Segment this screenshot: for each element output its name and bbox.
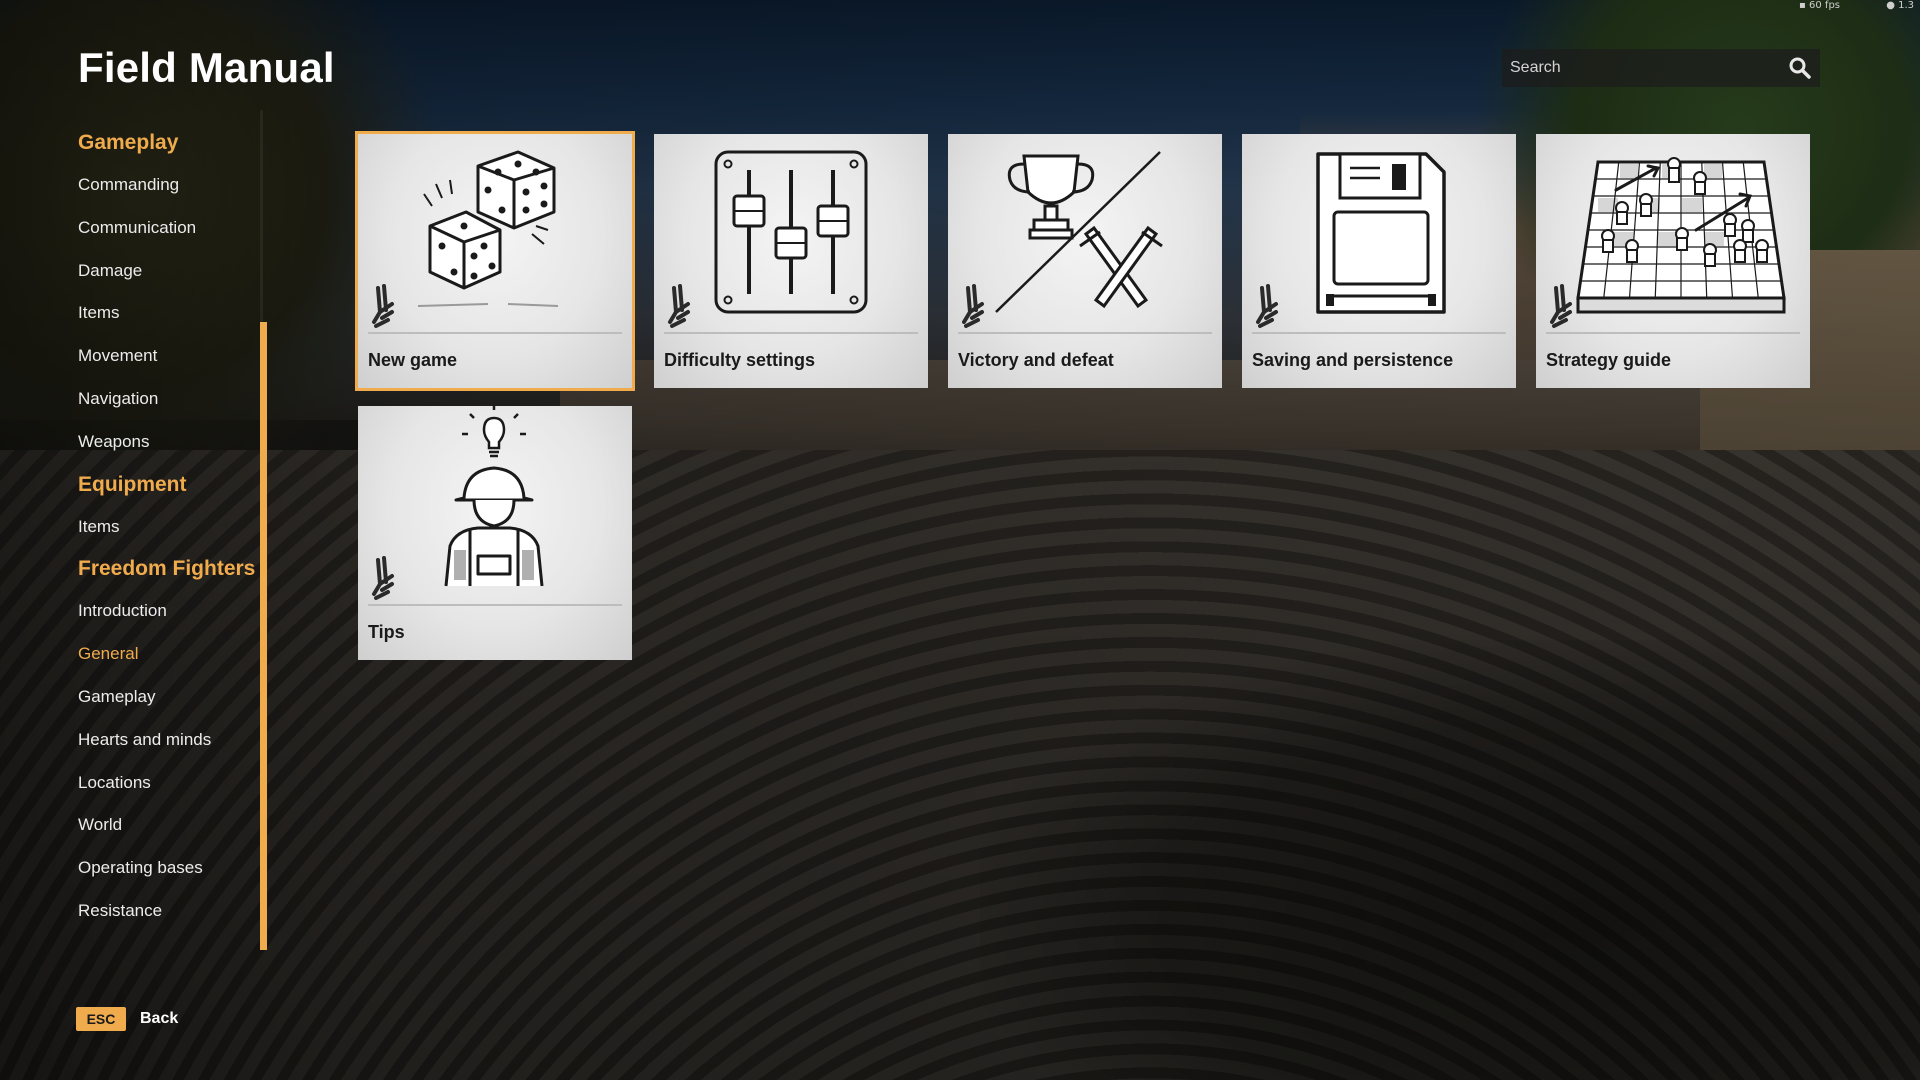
card-label: Strategy guide — [1546, 350, 1672, 370]
esc-key-badge[interactable]: ESC — [76, 1007, 126, 1031]
card-victory-and-defeat[interactable]: Victory and defeat — [948, 134, 1222, 388]
card-label: Tips — [368, 622, 405, 642]
sidebar-item-operating-bases[interactable]: Operating bases — [78, 847, 268, 890]
card-label: Victory and defeat — [958, 350, 1114, 370]
card-saving-and-persistence[interactable]: Saving and persistence — [1242, 134, 1516, 388]
resistance-emblem-icon — [962, 284, 984, 328]
resistance-emblem-icon — [372, 284, 394, 328]
resistance-emblem-icon — [372, 556, 394, 600]
back-hint[interactable]: ESC Back — [76, 1007, 178, 1031]
card-label: New game — [368, 350, 458, 370]
sidebar-item-navigation[interactable]: Navigation — [78, 378, 268, 421]
sidebar-item-items[interactable]: Items — [78, 292, 268, 335]
card-divider — [368, 604, 622, 606]
sidebar-item-communication[interactable]: Communication — [78, 207, 268, 250]
sidebar-scrollbar[interactable] — [260, 322, 267, 950]
sidebar-item-locations[interactable]: Locations — [78, 762, 268, 805]
card-divider — [664, 332, 918, 334]
sidebar-item-commanding[interactable]: Commanding — [78, 164, 268, 207]
card-divider — [1252, 332, 1506, 334]
page-title: Field Manual — [78, 44, 335, 91]
card-label: Difficulty settings — [664, 350, 816, 370]
card-label: Saving and persistence — [1252, 350, 1454, 370]
fps-counter: ▪ 60 fps — [1799, 0, 1840, 11]
back-button[interactable]: Back — [140, 1010, 178, 1028]
card-strategy-guide[interactable]: Strategy guide — [1536, 134, 1810, 388]
sidebar-item-gameplay[interactable]: Gameplay — [78, 676, 268, 719]
sidebar-item-movement[interactable]: Movement — [78, 335, 268, 378]
card-divider — [958, 332, 1212, 334]
sidebar-item-introduction[interactable]: Introduction — [78, 590, 268, 633]
card-divider — [1546, 332, 1800, 334]
card-difficulty-settings[interactable]: Difficulty settings — [654, 134, 928, 388]
sidebar-item-hearts-and-minds[interactable]: Hearts and minds — [78, 719, 268, 762]
sidebar-item-weapons[interactable]: Weapons — [78, 421, 268, 464]
sidebar-nav: Gameplay Commanding Communication Damage… — [78, 122, 268, 933]
search-icon[interactable] — [1780, 49, 1820, 87]
version-label: ● 1.3 — [1886, 0, 1914, 11]
card-divider — [368, 332, 622, 334]
resistance-emblem-icon — [1550, 284, 1572, 328]
search-box[interactable] — [1502, 49, 1820, 87]
sidebar-item-resistance[interactable]: Resistance — [78, 890, 268, 933]
sidebar-item-damage[interactable]: Damage — [78, 250, 268, 293]
resistance-emblem-icon — [668, 284, 690, 328]
resistance-emblem-icon — [1256, 284, 1278, 328]
sidebar-item-equipment-items[interactable]: Items — [78, 506, 268, 549]
card-new-game[interactable]: New game — [355, 131, 635, 391]
card-tips[interactable]: Tips — [358, 406, 632, 660]
sidebar-item-world[interactable]: World — [78, 804, 268, 847]
search-input[interactable] — [1502, 49, 1780, 87]
sidebar-item-general[interactable]: General — [78, 633, 268, 676]
section-title-freedom-fighters: Freedom Fighters — [78, 557, 256, 581]
section-title-gameplay: Gameplay — [78, 131, 179, 154]
section-title-equipment: Equipment — [78, 472, 187, 496]
